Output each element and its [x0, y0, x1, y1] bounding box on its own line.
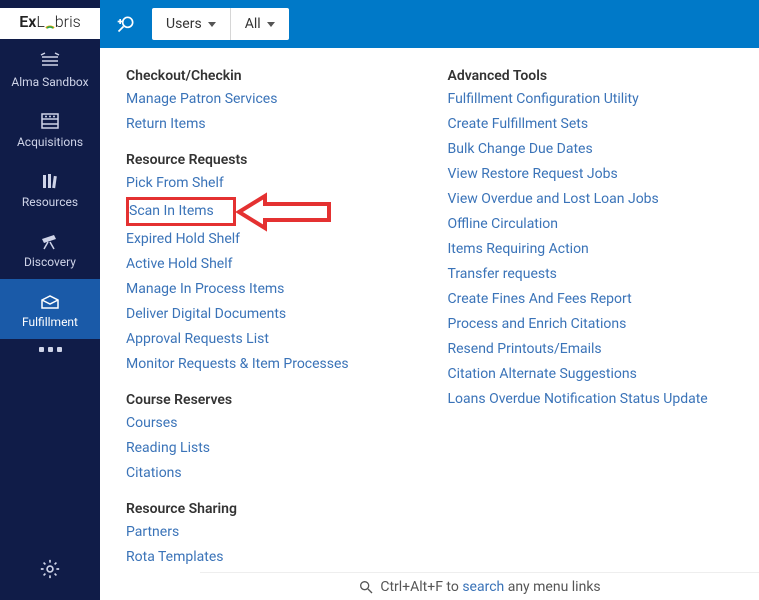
box-open-icon — [38, 291, 62, 311]
menu-link[interactable]: Fulfillment Configuration Utility — [448, 88, 750, 111]
dot-icon — [57, 347, 62, 352]
sidebar: ExL bris Alma Sandbox Acquisitions — [0, 0, 100, 600]
menu-link[interactable]: Offline Circulation — [448, 213, 750, 236]
search-scope-combo: Users All — [152, 8, 289, 40]
scope-primary-label: Users — [166, 16, 202, 32]
menu-link[interactable]: Approval Requests List — [126, 328, 428, 351]
scope-secondary-label: All — [245, 16, 261, 32]
chevron-down-icon — [208, 22, 216, 27]
menu-link[interactable]: Expired Hold Shelf — [126, 228, 428, 251]
nav-label: Alma Sandbox — [11, 75, 88, 89]
nav-more[interactable] — [39, 339, 62, 360]
menu-link[interactable]: Courses — [126, 412, 428, 435]
nav-discovery[interactable]: Discovery — [0, 219, 100, 279]
menu-section-header: Advanced Tools — [448, 68, 750, 84]
magnifier-plus-icon — [116, 14, 136, 34]
callout-arrow-icon — [239, 194, 339, 230]
menu-link[interactable]: Partners — [126, 521, 428, 544]
topbar: Users All — [100, 0, 759, 48]
brand-name: ExL bris — [19, 12, 81, 31]
brand-logo: ExL bris — [0, 8, 100, 39]
menu-link[interactable]: Citations — [126, 462, 428, 485]
dot-icon — [39, 347, 44, 352]
menu-link[interactable]: Loans Overdue Notification Status Update — [448, 388, 750, 411]
nav-resources[interactable]: Resources — [0, 159, 100, 219]
menu-link[interactable]: Create Fines And Fees Report — [448, 288, 750, 311]
menu-link[interactable]: Deliver Digital Documents — [126, 303, 428, 326]
menu-link[interactable]: Transfer requests — [448, 263, 750, 286]
search-icon — [358, 579, 374, 595]
nav-label: Acquisitions — [17, 135, 83, 149]
nav-fulfillment[interactable]: Fulfillment — [0, 279, 100, 339]
nav-label: Discovery — [24, 255, 76, 269]
menu-link[interactable]: View Overdue and Lost Loan Jobs — [448, 188, 750, 211]
menu-link[interactable]: Create Fulfillment Sets — [448, 113, 750, 136]
footer-suffix: any menu links — [504, 579, 600, 595]
footer-text: Ctrl+Alt+F to search any menu links — [380, 579, 600, 595]
menu-section-header: Checkout/Checkin — [126, 68, 428, 84]
nav-acquisitions[interactable]: Acquisitions — [0, 99, 100, 159]
menu-panel: Checkout/CheckinManage Patron ServicesRe… — [100, 48, 759, 572]
sidebar-bottom — [39, 542, 61, 600]
menu-link[interactable]: Resend Printouts/Emails — [448, 338, 750, 361]
dot-icon — [48, 347, 53, 352]
footer-hint: Ctrl+Alt+F to search any menu links — [200, 572, 759, 600]
chevron-down-icon — [267, 22, 275, 27]
scope-secondary[interactable]: All — [230, 8, 289, 40]
menu-section-header: Resource Sharing — [126, 501, 428, 517]
menu-link[interactable]: Manage Patron Services — [126, 88, 428, 111]
search-toggle[interactable] — [108, 14, 144, 34]
menu-link[interactable]: Active Hold Shelf — [126, 253, 428, 276]
menu-link[interactable]: Pick From Shelf — [126, 172, 428, 195]
menu-section-header: Course Reserves — [126, 392, 428, 408]
abacus-icon — [38, 111, 62, 131]
menu-link[interactable]: Manage In Process Items — [126, 278, 428, 301]
menu-link[interactable]: Rota Templates — [126, 546, 428, 569]
menu-column-right: Advanced Tools Fulfillment Configuration … — [448, 66, 750, 566]
scope-primary[interactable]: Users — [152, 8, 230, 40]
menu-link[interactable]: Bulk Change Due Dates — [448, 138, 750, 161]
brand-arc-icon — [45, 15, 55, 29]
menu-link-highlighted[interactable]: Scan In Items — [126, 197, 236, 226]
menu-section-header: Resource Requests — [126, 152, 428, 168]
books-icon — [38, 171, 62, 191]
nav-label: Fulfillment — [22, 315, 78, 329]
menu-link[interactable]: Items Requiring Action — [448, 238, 750, 261]
telescope-icon — [38, 231, 62, 251]
footer-prefix: Ctrl+Alt+F to — [380, 579, 462, 595]
menu-link[interactable]: Process and Enrich Citations — [448, 313, 750, 336]
sandbox-icon — [38, 51, 62, 71]
menu-link[interactable]: Citation Alternate Suggestions — [448, 363, 750, 386]
menu-column-left: Checkout/CheckinManage Patron ServicesRe… — [126, 66, 428, 566]
menu-link[interactable]: Monitor Requests & Item Processes — [126, 353, 428, 376]
footer-link[interactable]: search — [462, 579, 504, 595]
nav-label: Resources — [22, 195, 78, 209]
content-area: Users All Checkout/Checkin Manage Patron … — [100, 0, 759, 600]
menu-link[interactable]: Reading Lists — [126, 437, 428, 460]
menu-link[interactable]: Return Items — [126, 113, 428, 136]
nav-alma-sandbox[interactable]: Alma Sandbox — [0, 39, 100, 99]
menu-link[interactable]: View Restore Request Jobs — [448, 163, 750, 186]
gear-icon[interactable] — [39, 558, 61, 580]
